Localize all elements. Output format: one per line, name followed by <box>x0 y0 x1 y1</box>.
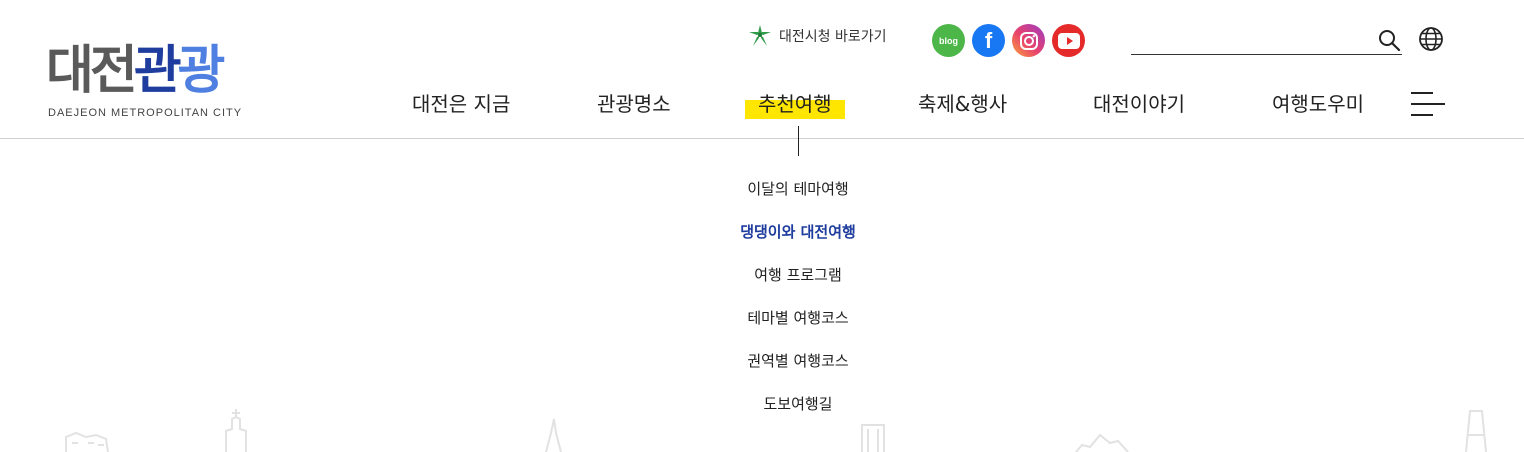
daejeon-emblem-icon <box>749 25 771 46</box>
main-navigation: 대전은 지금 관광명소 추천여행 축제&행사 대전이야기 여행도우미 <box>0 84 1524 124</box>
search-box <box>1131 24 1402 55</box>
facebook-icon[interactable]: f <box>972 24 1005 57</box>
submenu-item-regional-courses[interactable]: 권역별 여행코스 <box>598 340 998 383</box>
nav-item-daejeon-now[interactable]: 대전은 지금 <box>412 84 510 124</box>
recommended-travel-submenu: 이달의 테마여행 댕댕이와 대전여행 여행 프로그램 테마별 여행코스 권역별 … <box>598 168 998 426</box>
nav-item-recommended-travel[interactable]: 추천여행 <box>745 84 845 124</box>
blog-icon[interactable]: blog <box>932 24 965 57</box>
nav-item-attractions[interactable]: 관광명소 <box>597 84 671 124</box>
submenu-item-theme-courses[interactable]: 테마별 여행코스 <box>598 297 998 340</box>
submenu-item-travel-program[interactable]: 여행 프로그램 <box>598 254 998 297</box>
cityhall-label: 대전시청 바로가기 <box>779 29 887 45</box>
submenu-item-monthly-theme[interactable]: 이달의 테마여행 <box>598 168 998 211</box>
youtube-glyph <box>1057 32 1080 49</box>
nav-item-festivals-events[interactable]: 축제&행사 <box>918 84 1007 124</box>
globe-icon[interactable] <box>1418 26 1444 52</box>
site-header: 대전관광 DAEJEON METROPOLITAN CITY 대전시청 바로가기… <box>0 0 1524 139</box>
nav-item-daejeon-stories[interactable]: 대전이야기 <box>1093 84 1185 124</box>
dropdown-connector-line <box>798 126 799 156</box>
submenu-item-pet-travel[interactable]: 댕댕이와 대전여행 <box>598 211 998 254</box>
cityhall-link[interactable]: 대전시청 바로가기 <box>747 24 887 48</box>
city-skyline-illustration <box>65 409 1487 452</box>
nav-item-travel-helper[interactable]: 여행도우미 <box>1272 84 1364 124</box>
hamburger-icon[interactable] <box>1411 92 1445 116</box>
search-input[interactable] <box>1131 26 1375 52</box>
instagram-glyph <box>1019 31 1038 50</box>
instagram-icon[interactable] <box>1012 24 1045 57</box>
search-icon[interactable] <box>1376 27 1402 53</box>
youtube-icon[interactable] <box>1052 24 1085 57</box>
